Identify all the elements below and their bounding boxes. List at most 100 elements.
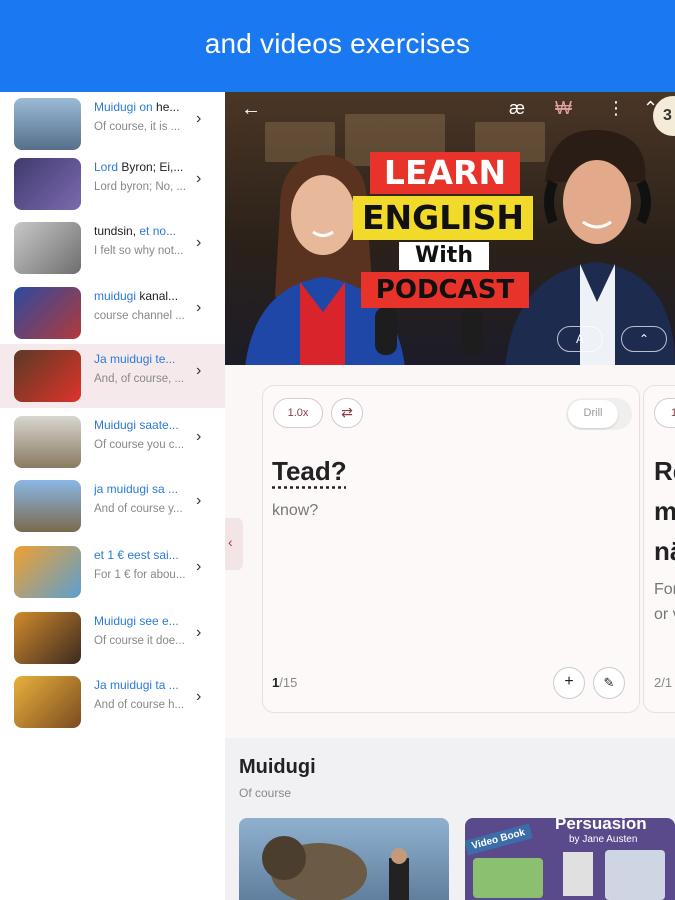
thumbnail-label-podcast: PODCAST [361,272,529,308]
title-highlight: muidugi [94,289,137,303]
title-highlight: Muidugi see e... [94,614,179,628]
detail-panel: LEARN ENGLISH With PODCAST ← æ ₩ ⋮ ⌃ 3 A… [225,92,675,900]
card-word-line: nä [654,536,675,566]
list-item-subtitle: I felt so why not... [94,245,184,257]
list-item-subtitle: And, of course, ... [94,373,185,385]
list-item-title: Ja muidugi te... [94,352,190,366]
video-thumbnail [14,158,81,210]
list-item-title: muidugi kanal... [94,289,190,303]
list-item[interactable]: et 1 € eest sai... For 1 € for abou... › [0,540,225,604]
tablet-screen: Muidugi on he... Of course, it is ... › Lor… [0,92,675,900]
title-highlight: ja muidugi sa ... [94,482,179,496]
tile-tag: Video Book [465,823,533,856]
thumbnail-label-with: With [399,242,489,270]
ae-icon[interactable]: æ [509,98,525,119]
video-thumbnail [14,98,81,150]
title-highlight: et no... [139,224,177,238]
list-item[interactable]: tundsin, et no... I felt so why not... › [0,216,225,280]
list-item-subtitle: Lord byron; No, ... [94,181,187,193]
microphone [375,307,397,355]
lion-tile[interactable] [239,818,449,900]
list-item-subtitle: And of course h... [94,699,185,711]
title-highlight: Lord [94,160,119,174]
drill-label: Drill [568,400,618,428]
title-plain: tundsin, [94,224,140,238]
title-highlight: Muidugi saate... [94,418,179,432]
back-arrow-icon[interactable]: ← [241,98,261,121]
chevron-right-icon: › [196,624,202,641]
list-item-title: Muidugi see e... [94,614,190,628]
repeat-icon[interactable]: ⇄ [331,398,363,428]
card-counter: 1/15 [272,675,297,690]
card-translation-line: For [654,581,675,598]
thumbnail-label-english: ENGLISH [353,196,533,240]
card-word[interactable]: Tead? [272,456,347,487]
related-section: Muidugi Of course Persuasion by Jane Aus… [225,738,675,900]
persuasion-tile[interactable]: Persuasion by Jane Austen Video Book [465,818,675,900]
chevron-right-icon: › [196,234,202,251]
card-word-line: m [654,496,675,526]
list-item[interactable]: Muidugi see e... Of course it doe... › [0,606,225,670]
card-word-line: Re [654,456,675,486]
video-list: Muidugi on he... Of course, it is ... › Lor… [0,92,225,900]
tile-illustration [473,858,543,898]
tile-heading: Persuasion [555,818,647,833]
collapse-list-tab[interactable]: ‹ [225,518,243,570]
list-item-subtitle: Of course you c... [94,439,185,451]
list-item-title: Ja muidugi ta ... [94,678,190,692]
list-item-title: Lord Byron; Ei,... [94,160,190,174]
chevron-right-icon: › [196,299,202,316]
section-subtitle: Of course [239,786,292,800]
title-highlight: Ja muidugi ta ... [94,678,179,692]
list-item-subtitle: course channel ... [94,310,185,322]
video-player[interactable]: LEARN ENGLISH With PODCAST ← æ ₩ ⋮ ⌃ 3 A… [225,92,675,365]
list-item-title: ja muidugi sa ... [94,482,190,496]
title-highlight: et 1 € eest sai... [94,548,179,562]
comment-icon[interactable]: ✎ [593,667,625,699]
drill-toggle[interactable]: Drill [566,398,632,430]
next-flashcard[interactable]: 1 Re m nä For or v 2/1 [643,385,675,713]
list-item-title: Muidugi saate... [94,418,190,432]
video-thumbnail [14,416,81,468]
video-thumbnail [14,222,81,274]
flashcard[interactable]: 1.0x ⇄ Drill Tead? know? 1/15 + ✎ [262,385,640,713]
lion-image [262,836,409,900]
flashcard-area: ‹ 1.0x ⇄ Drill Tead? know? 1/15 + ✎ 1 Re [225,365,675,745]
list-item-title: et 1 € eest sai... [94,548,190,562]
list-item[interactable]: Ja muidugi ta ... And of course h... › [0,670,225,734]
video-thumbnail [14,612,81,664]
video-thumbnail [14,480,81,532]
list-item[interactable]: muidugi kanal... course channel ... › [0,281,225,345]
title-highlight: Muidugi on [94,100,153,114]
list-item[interactable]: Lord Byron; Ei,... Lord byron; No, ... › [0,152,225,216]
list-item[interactable]: Muidugi saate... Of course you c... › [0,410,225,474]
list-item-subtitle: Of course, it is ... [94,121,181,133]
list-item-title: Muidugi on he... [94,100,190,114]
audio-pill[interactable]: A [557,326,603,352]
banner-title: and videos exercises [204,28,471,59]
card-translation: know? [272,502,319,519]
tile-illustration [605,850,665,900]
speed-button[interactable]: 1 [654,398,675,428]
list-item[interactable]: Muidugi on he... Of course, it is ... › [0,92,225,156]
chevron-right-icon: › [196,170,202,187]
microphone [461,307,483,355]
title-rest: Byron; Ei,... [118,160,184,174]
list-item-subtitle: And of course y... [94,503,183,515]
tile-author: by Jane Austen [569,834,638,845]
list-item-subtitle: For 1 € for abou... [94,569,186,581]
tile-illustration [563,852,593,896]
add-icon[interactable]: + [553,667,585,699]
more-icon[interactable]: ⋮ [607,98,625,119]
won-icon[interactable]: ₩ [555,98,572,119]
speed-button[interactable]: 1.0x [273,398,323,428]
thumbnail-label-learn: LEARN [370,152,520,194]
video-thumbnail [14,350,81,402]
expand-pill[interactable]: ⌃ [621,326,667,352]
promo-banner: and videos exercises [0,0,675,92]
chevron-right-icon: › [196,428,202,445]
list-item[interactable]: ja muidugi sa ... And of course y... › [0,474,225,538]
list-item[interactable]: Ja muidugi te... And, of course, ... › [0,344,225,408]
list-item-title: tundsin, et no... [94,224,190,238]
video-thumbnail [14,287,81,339]
